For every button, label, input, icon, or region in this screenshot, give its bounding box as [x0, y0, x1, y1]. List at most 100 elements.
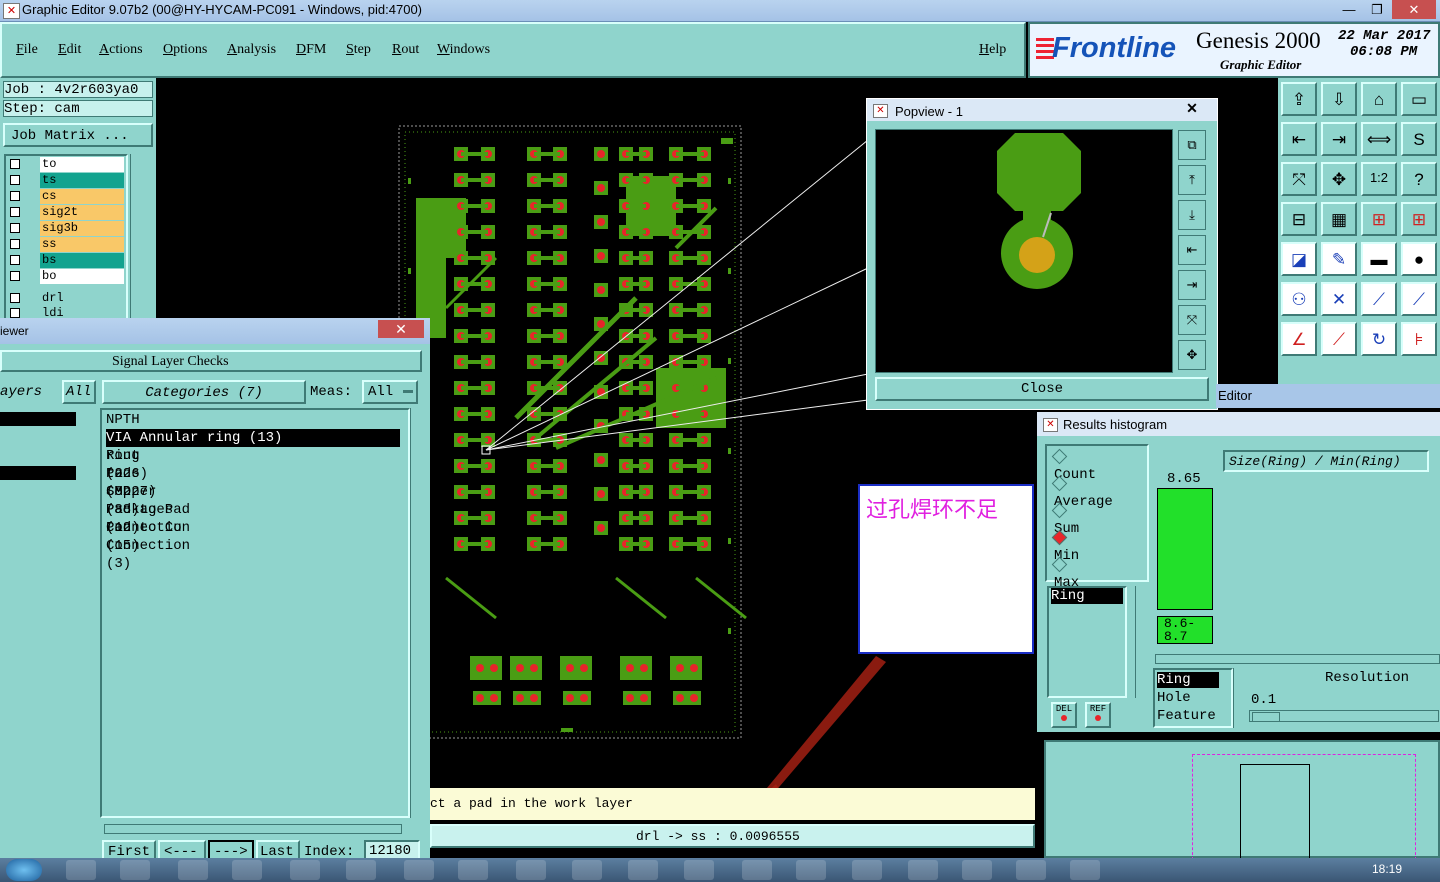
taskbar-app[interactable] — [572, 860, 602, 880]
popview-right-button[interactable]: ⇥ — [1178, 270, 1206, 300]
popview-close-icon[interactable]: ✕ — [1177, 100, 1207, 118]
menu-actions[interactable]: Actions — [99, 42, 143, 58]
taskbar-app[interactable] — [852, 860, 882, 880]
layers-red2-icon[interactable]: ⊞ — [1401, 202, 1437, 236]
cross-icon[interactable]: ✕ — [1321, 282, 1357, 316]
ref-button[interactable]: REF — [1085, 702, 1111, 728]
taskbar-app[interactable] — [742, 860, 772, 880]
menu-windows[interactable]: Windows — [437, 42, 490, 58]
layer-row-ts[interactable]: ts — [8, 173, 124, 188]
popview-pan-button[interactable]: ✥ — [1178, 340, 1206, 370]
layer-checkbox[interactable] — [10, 223, 20, 233]
categories-scrollbar[interactable] — [410, 408, 423, 818]
layer-checkbox[interactable] — [10, 308, 20, 318]
category-item[interactable]: Pad to Cu Connection (3) — [106, 519, 190, 572]
move-right-icon[interactable]: ⇥ — [1321, 122, 1357, 156]
panel-icon[interactable]: ⊟ — [1281, 202, 1317, 236]
layer-checkbox[interactable] — [10, 293, 20, 303]
line-icon[interactable]: ⟋ — [1321, 322, 1357, 356]
menu-step[interactable]: Step — [346, 42, 371, 58]
feature-list[interactable]: Ring Hole Feature — [1153, 668, 1233, 728]
window-icon[interactable]: ▭ — [1401, 82, 1437, 116]
popview-close-button[interactable]: Close — [875, 377, 1209, 401]
mode-radio-max[interactable]: Max — [1051, 556, 1079, 591]
viewer-close-button[interactable]: ✕ — [378, 320, 424, 338]
taskbar-app[interactable] — [66, 860, 96, 880]
menu-options[interactable]: Options — [163, 42, 207, 58]
ruler-icon[interactable]: ▬ — [1361, 242, 1397, 276]
edit-icon[interactable]: ✎ — [1321, 242, 1357, 276]
job-matrix-button[interactable]: Job Matrix ... — [3, 123, 153, 147]
taskbar-app[interactable] — [516, 860, 546, 880]
node-icon[interactable]: ⚇ — [1281, 282, 1317, 316]
popview-up-button[interactable]: ⤒ — [1178, 165, 1206, 195]
category-item[interactable]: VIA Annular ring (13) — [106, 429, 400, 447]
popview-fit-button[interactable]: ⤧ — [1178, 305, 1206, 335]
layers-all-button[interactable]: All — [62, 380, 96, 404]
horizontal-scrollbar[interactable] — [104, 824, 402, 834]
fit-icon[interactable]: ⤧ — [1281, 162, 1317, 196]
histogram-hscroll[interactable] — [1155, 654, 1440, 664]
category-item[interactable]: Pad to Pad Connection (15) — [106, 501, 190, 554]
layer-checkbox[interactable] — [10, 207, 20, 217]
grid-icon[interactable]: ▦ — [1321, 202, 1357, 236]
minimize-button[interactable]: — — [1336, 0, 1362, 19]
taskbar-app[interactable] — [684, 860, 714, 880]
link-icon[interactable]: ⟋ — [1361, 282, 1397, 316]
layer-row-drl[interactable]: drl — [8, 291, 124, 306]
layer-row-bo[interactable]: bo — [8, 269, 124, 284]
taskbar-app[interactable] — [232, 860, 262, 880]
taskbar-app[interactable] — [290, 860, 320, 880]
resolution-slider[interactable] — [1249, 710, 1439, 722]
layer-checkbox[interactable] — [10, 271, 20, 281]
home-icon[interactable]: ⌂ — [1361, 82, 1397, 116]
menu-file[interactable]: File — [16, 42, 38, 58]
taskbar-app[interactable] — [962, 860, 992, 880]
popview-left-button[interactable]: ⇤ — [1178, 235, 1206, 265]
feature-list-item[interactable]: Ring — [1157, 672, 1219, 688]
layer-results-row[interactable] — [0, 412, 76, 426]
overview-viewport[interactable] — [1240, 764, 1310, 866]
mirror-icon[interactable]: ⟺ — [1361, 122, 1397, 156]
layer-row-sig2t[interactable]: sig2t — [8, 205, 124, 220]
pan-icon[interactable]: ✥ — [1321, 162, 1357, 196]
meas-select[interactable]: All — [362, 380, 418, 404]
layer-checkbox[interactable] — [10, 191, 20, 201]
s-shape-icon[interactable]: S — [1401, 122, 1437, 156]
layer-row-cs[interactable]: cs — [8, 189, 124, 204]
taskbar-app[interactable] — [404, 860, 434, 880]
taskbar-app[interactable] — [178, 860, 208, 880]
layer-results-list[interactable] — [0, 408, 96, 818]
layers-red-icon[interactable]: ⊞ — [1361, 202, 1397, 236]
popview-canvas[interactable] — [875, 129, 1173, 373]
histogram-bar[interactable] — [1157, 488, 1213, 610]
taskbar-app[interactable] — [1070, 860, 1100, 880]
layer-checkbox[interactable] — [10, 255, 20, 265]
category-item[interactable]: Pads (8227) — [106, 465, 156, 500]
categories-button[interactable]: Categories (7) — [102, 380, 306, 404]
layer-row-bs[interactable]: bs — [8, 253, 124, 268]
taskbar-app[interactable] — [1016, 860, 1046, 880]
angle-icon[interactable]: ∠ — [1281, 322, 1317, 356]
export-icon[interactable]: ⇪ — [1281, 82, 1317, 116]
help-icon[interactable]: ? — [1401, 162, 1437, 196]
feature-list-scrollbar[interactable] — [1233, 668, 1246, 728]
layer-row-sig3b[interactable]: sig3b — [8, 221, 124, 236]
ring-list-scrollbar[interactable] — [1135, 586, 1148, 698]
taskbar-app[interactable] — [120, 860, 150, 880]
import-icon[interactable]: ⇩ — [1321, 82, 1357, 116]
popview-zoom-in-button[interactable]: ⧉ — [1178, 130, 1206, 160]
move-left-icon[interactable]: ⇤ — [1281, 122, 1317, 156]
menu-edit[interactable]: Edit — [58, 42, 81, 58]
layer-checkbox[interactable] — [10, 175, 20, 185]
layer-row-ss[interactable]: ss — [8, 237, 124, 252]
flag-icon[interactable]: ⊧ — [1401, 322, 1437, 356]
taskbar-app[interactable] — [796, 860, 826, 880]
taskbar-app[interactable] — [458, 860, 488, 880]
layer-results-row[interactable] — [0, 466, 76, 480]
menu-dfm[interactable]: DFM — [296, 42, 326, 58]
layer-checkbox[interactable] — [10, 159, 20, 169]
scale-icon[interactable]: 1:2 — [1361, 162, 1397, 196]
taskbar-app[interactable] — [346, 860, 376, 880]
circle-icon[interactable]: ● — [1401, 242, 1437, 276]
